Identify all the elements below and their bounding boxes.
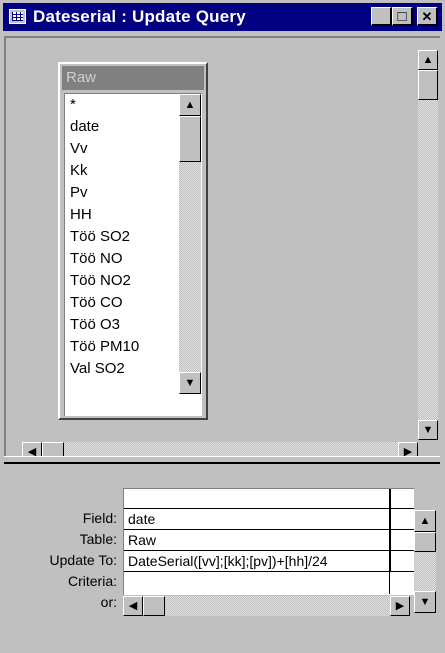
arrow-up-icon: ▲ — [419, 514, 431, 527]
query-grid-icon[interactable] — [9, 9, 26, 24]
field-item-too-co[interactable]: Töö CO — [70, 294, 123, 315]
row-label-criteria: Criteria: — [67, 573, 117, 589]
arrow-down-icon: ▼ — [184, 376, 196, 389]
field-item-hh[interactable]: HH — [70, 206, 92, 227]
design-grid-next-column[interactable] — [390, 488, 414, 595]
maximize-icon: □ — [397, 7, 407, 25]
next-column-selector[interactable] — [390, 489, 414, 509]
arrow-up-icon: ▲ — [184, 98, 196, 111]
field-item-too-o3[interactable]: Töö O3 — [70, 316, 120, 337]
field-item-too-so2[interactable]: Töö SO2 — [70, 228, 130, 249]
grid-cell-table[interactable]: Raw — [124, 530, 389, 551]
window-title: Dateserial : Update Query — [33, 7, 246, 26]
minimize-icon: _ — [377, 10, 385, 26]
field-list-scroll-track[interactable] — [179, 162, 201, 372]
column-selector[interactable] — [124, 489, 389, 509]
grid-cell-criteria[interactable] — [124, 572, 389, 594]
grid-vertical-thumb[interactable] — [414, 532, 436, 552]
field-list-scroll-up-button[interactable]: ▲ — [179, 94, 201, 116]
field-item-kk[interactable]: Kk — [70, 162, 88, 183]
next-column-table-cell[interactable] — [390, 530, 414, 551]
field-item-pv[interactable]: Pv — [70, 184, 88, 205]
query-window: Dateserial : Update Query _ □ ✕ ▲ ▼ ◀ ▶ — [0, 0, 445, 653]
title-bar[interactable]: Dateserial : Update Query _ □ ✕ — [3, 3, 442, 31]
table-pane-scroll-down-button[interactable]: ▼ — [418, 420, 438, 440]
table-pane-vertical-track[interactable] — [418, 100, 438, 420]
grid-horizontal-track[interactable] — [165, 596, 390, 616]
field-list-window[interactable]: Raw * date Vv Kk Pv HH Töö SO2 Töö NO Tö… — [58, 62, 208, 420]
row-label-field: Field: — [82, 510, 117, 526]
arrow-right-icon: ▶ — [395, 599, 405, 612]
grid-cell-field[interactable]: date — [124, 509, 389, 530]
row-label-table: Table: — [79, 531, 117, 547]
table-pane-vertical-thumb[interactable] — [418, 70, 438, 100]
field-item-vv[interactable]: Vv — [70, 140, 88, 161]
field-list[interactable]: * date Vv Kk Pv HH Töö SO2 Töö NO Töö NO… — [64, 93, 202, 416]
field-list-title[interactable]: Raw — [62, 66, 204, 90]
close-icon: ✕ — [421, 8, 433, 24]
field-item-too-pm10[interactable]: Töö PM10 — [70, 338, 139, 359]
field-item-too-no[interactable]: Töö NO — [70, 250, 123, 271]
design-grid-pane: Field: Table: Update To: Criteria: or: d… — [4, 464, 440, 650]
pane-splitter[interactable] — [4, 456, 440, 464]
arrow-down-icon: ▼ — [422, 423, 434, 436]
next-column-update-cell[interactable] — [390, 551, 414, 572]
design-grid[interactable]: date Raw DateSerial([vv];[kk];[pv])+[hh]… — [123, 488, 390, 595]
grid-scroll-left-button[interactable]: ◀ — [123, 596, 143, 616]
arrow-down-icon: ▼ — [419, 595, 431, 608]
arrow-up-icon: ▲ — [422, 53, 434, 66]
next-column-field-cell[interactable] — [390, 509, 414, 530]
grid-vertical-track[interactable] — [414, 552, 436, 591]
field-item-too-no2[interactable]: Töö NO2 — [70, 272, 131, 293]
minimize-button[interactable]: _ — [371, 7, 392, 26]
close-button[interactable]: ✕ — [417, 7, 438, 26]
grid-scroll-up-button[interactable]: ▲ — [414, 510, 436, 532]
field-item-all[interactable]: * — [70, 96, 76, 117]
grid-horizontal-thumb[interactable] — [143, 596, 165, 616]
field-item-val-so2[interactable]: Val SO2 — [70, 360, 125, 381]
field-item-date[interactable]: date — [70, 118, 99, 139]
grid-scroll-down-button[interactable]: ▼ — [414, 591, 436, 613]
grid-cell-update-to[interactable]: DateSerial([vv];[kk];[pv])+[hh]/24 — [124, 551, 389, 572]
grid-scroll-right-button[interactable]: ▶ — [390, 596, 410, 616]
field-list-scroll-thumb[interactable] — [179, 116, 201, 162]
field-list-scroll-down-button[interactable]: ▼ — [179, 372, 201, 394]
arrow-left-icon: ◀ — [128, 599, 138, 612]
row-label-update-to: Update To: — [49, 552, 117, 568]
maximize-button[interactable]: □ — [392, 7, 413, 26]
table-pane-scroll-up-button[interactable]: ▲ — [418, 50, 438, 70]
row-label-or: or: — [100, 594, 117, 610]
